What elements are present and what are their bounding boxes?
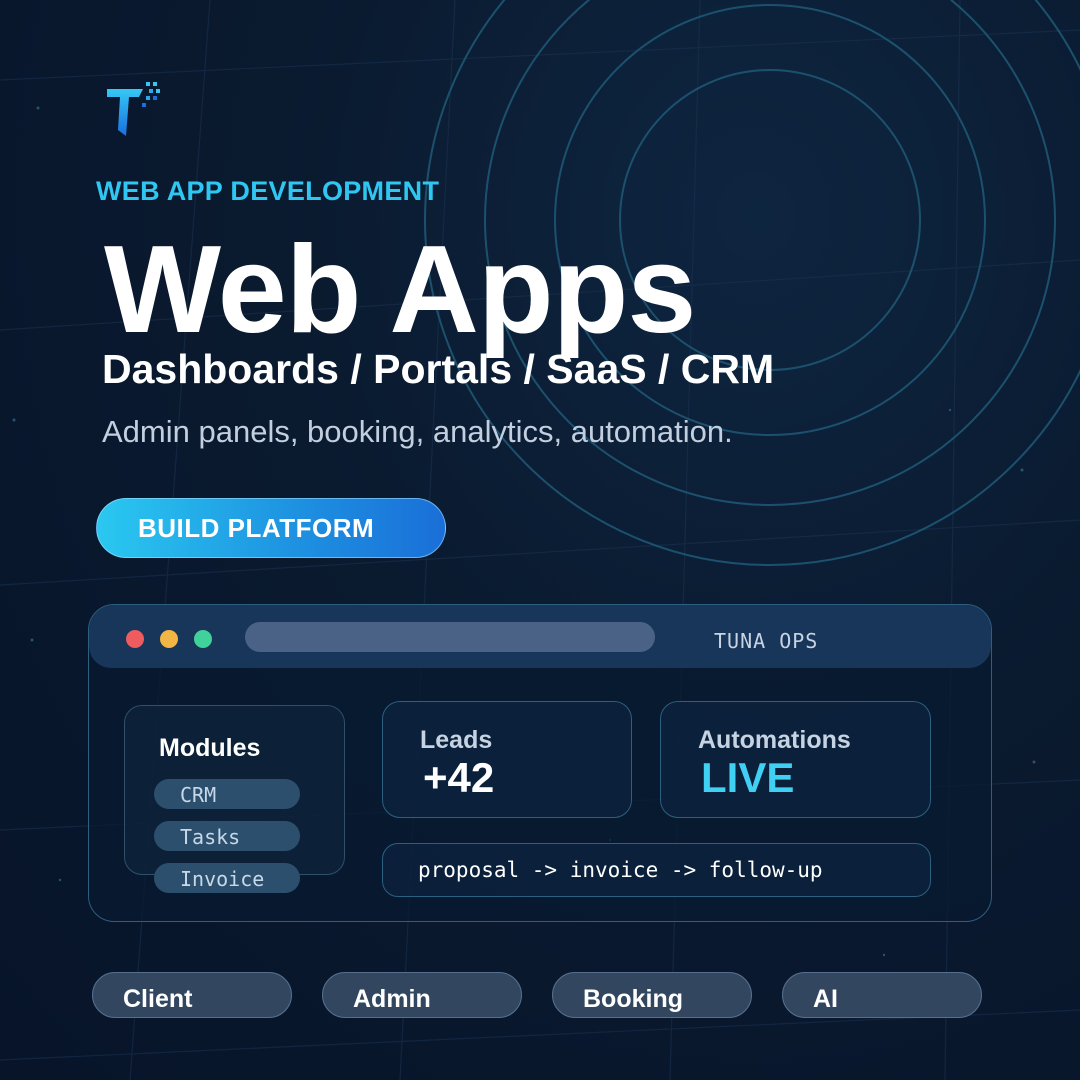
leads-label: Leads [420, 726, 493, 754]
module-item-tasks[interactable]: Tasks [154, 821, 300, 851]
automations-stat-card: Automations LIVE [660, 701, 931, 818]
tuna-t-logo-icon [107, 82, 160, 136]
modules-title: Modules [159, 734, 261, 762]
leads-value: +42 [423, 754, 495, 801]
minimize-window-dot[interactable] [160, 630, 178, 648]
page-title: Web Apps [104, 221, 696, 359]
tag-admin[interactable]: Admin [322, 972, 522, 1018]
window-title: TUNA OPS [714, 629, 819, 653]
module-item-invoice[interactable]: Invoice [154, 863, 300, 893]
brand-logo-icon [104, 80, 164, 140]
window-titlebar: TUNA OPS [89, 605, 991, 668]
build-platform-button[interactable]: BUILD PLATFORM [96, 498, 446, 558]
leads-stat-card: Leads +42 [382, 701, 632, 818]
tag-ai[interactable]: AI [782, 972, 982, 1018]
maximize-window-dot[interactable] [194, 630, 212, 648]
address-bar[interactable] [245, 622, 655, 652]
tag-booking[interactable]: Booking [552, 972, 752, 1018]
app-window-mockup: TUNA OPS Modules CRM Tasks Invoice Leads… [88, 604, 992, 922]
page-tagline: Admin panels, booking, analytics, automa… [102, 414, 733, 449]
page-subtitle: Dashboards / Portals / SaaS / CRM [102, 346, 775, 392]
workflow-bar: proposal -> invoice -> follow-up [382, 843, 931, 897]
build-platform-button-label: BUILD PLATFORM [138, 512, 375, 543]
close-window-dot[interactable] [126, 630, 144, 648]
automations-status: LIVE [701, 754, 795, 801]
automations-label: Automations [698, 726, 851, 754]
tag-client[interactable]: Client [92, 972, 292, 1018]
module-item-crm[interactable]: CRM [154, 779, 300, 809]
workflow-text: proposal -> invoice -> follow-up [418, 858, 823, 882]
section-eyebrow: WEB APP DEVELOPMENT [96, 176, 440, 206]
